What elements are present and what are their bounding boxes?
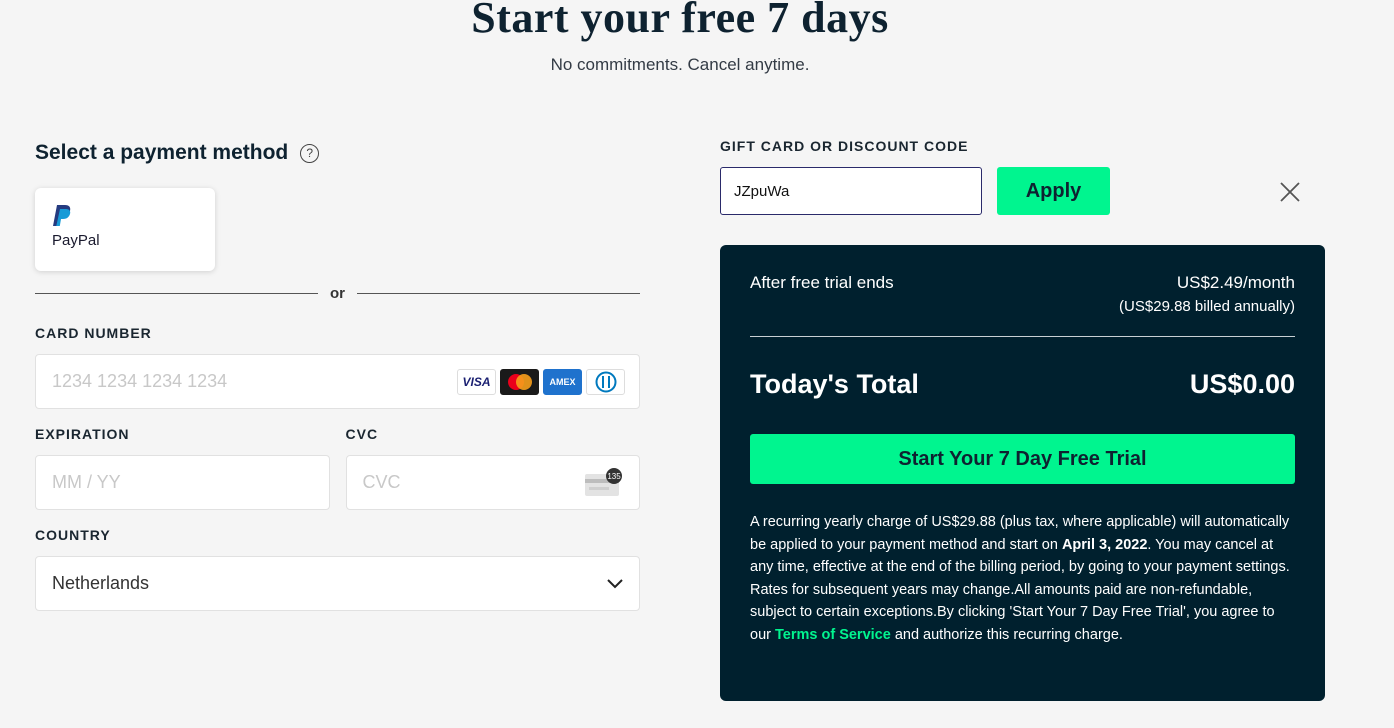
- after-trial-row: After free trial ends US$2.49/month (US$…: [750, 273, 1295, 315]
- expiration-column: EXPIRATION MM / YY: [35, 426, 330, 510]
- expiration-cvc-row: EXPIRATION MM / YY CVC CVC 135: [35, 426, 640, 510]
- legal-text: A recurring yearly charge of US$29.88 (p…: [750, 511, 1295, 647]
- summary-panel: After free trial ends US$2.49/month (US$…: [720, 245, 1325, 701]
- cvc-placeholder: CVC: [362, 472, 401, 492]
- cvc-icon-badge: 135: [607, 472, 621, 481]
- apply-button[interactable]: Apply: [997, 167, 1110, 215]
- legal-start-date: April 3, 2022: [1061, 536, 1148, 553]
- page-subtitle: No commitments. Cancel anytime.: [550, 55, 810, 74]
- paypal-option[interactable]: PayPal: [35, 188, 215, 271]
- card-number-label: CARD NUMBER: [35, 325, 152, 341]
- start-trial-button[interactable]: Start Your 7 Day Free Trial: [750, 434, 1295, 484]
- summary-divider: [750, 336, 1295, 337]
- question-circle-icon[interactable]: ?: [300, 143, 320, 163]
- visa-icon: VISA: [457, 368, 496, 395]
- payment-method-heading-row: Select a payment method ?: [35, 140, 640, 166]
- terms-of-service-link[interactable]: Terms of Service: [775, 627, 891, 643]
- order-summary-section: GIFT CARD OR DISCOUNT CODE Apply After f…: [720, 138, 1325, 701]
- country-label: COUNTRY: [35, 527, 111, 543]
- chevron-down-icon: [607, 578, 623, 588]
- cvc-column: CVC CVC 135: [345, 426, 640, 510]
- expiration-input[interactable]: MM / YY: [35, 455, 330, 510]
- paypal-label: PayPal: [52, 232, 100, 249]
- annual-price: (US$29.88 billed annually): [1119, 298, 1295, 315]
- divider-line: [357, 292, 640, 294]
- country-value: Netherlands: [52, 573, 150, 593]
- payment-method-heading: Select a payment method: [35, 141, 289, 164]
- price-column: US$2.49/month (US$29.88 billed annually): [1119, 273, 1295, 315]
- or-divider: or: [35, 284, 640, 302]
- total-label: Today's Total: [750, 369, 919, 399]
- amex-icon: AMEX: [543, 368, 582, 395]
- card-number-placeholder: 1234 1234 1234 1234: [52, 371, 228, 391]
- paypal-icon: [53, 205, 71, 226]
- divider-line: [35, 292, 318, 294]
- cvc-card-icon: 135: [585, 467, 622, 496]
- after-trial-label: After free trial ends: [750, 273, 894, 292]
- country-select[interactable]: Netherlands: [35, 556, 640, 611]
- expiration-label: EXPIRATION: [35, 426, 130, 442]
- gift-code-input[interactable]: [720, 167, 982, 215]
- gift-code-label: GIFT CARD OR DISCOUNT CODE: [720, 138, 969, 154]
- legal-text-part3: and authorize this recurring charge.: [890, 626, 1123, 643]
- card-brands: VISA AMEX: [457, 368, 625, 395]
- page-title: Start your free 7 days: [471, 0, 889, 42]
- diners-club-icon: [586, 368, 625, 395]
- card-number-input[interactable]: 1234 1234 1234 1234 VISA AMEX: [35, 354, 640, 409]
- total-row: Today's Total US$0.00: [750, 369, 1295, 400]
- monthly-price: US$2.49/month: [1176, 273, 1295, 292]
- total-value: US$0.00: [1189, 369, 1295, 399]
- gift-code-row: Apply: [720, 167, 1325, 215]
- close-icon[interactable]: [1278, 180, 1302, 204]
- or-label: or: [330, 284, 345, 302]
- mastercard-icon: [500, 368, 539, 395]
- payment-method-section: Select a payment method ? PayPal or CARD…: [35, 140, 640, 611]
- expiration-placeholder: MM / YY: [52, 472, 121, 492]
- cvc-label: CVC: [345, 426, 379, 442]
- cvc-input[interactable]: CVC 135: [345, 455, 640, 510]
